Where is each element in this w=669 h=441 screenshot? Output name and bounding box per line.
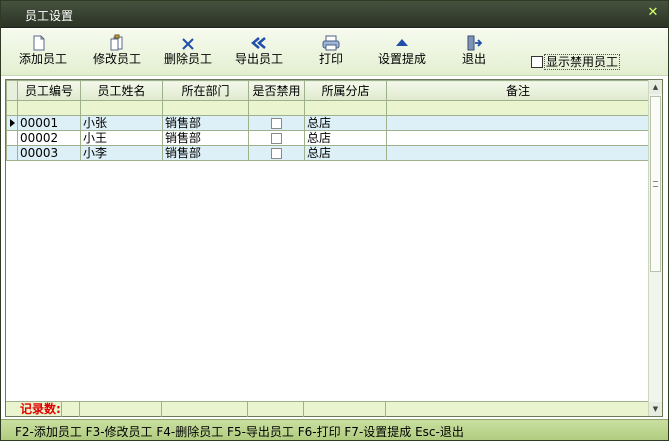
cell-dept[interactable]: 销售部: [162, 145, 249, 161]
disabled-checkbox[interactable]: [271, 132, 282, 144]
summary-row: 记录数:: [6, 401, 649, 417]
employee-table: 员工编号 员工姓名 所在部门 是否禁用 所属分店 备注 00001 小张 销售部…: [6, 80, 650, 161]
toolbar: 添加员工 修改员工 删除员工 导出员工 打印 设置提成 退出 显示禁用员工: [1, 29, 668, 76]
window-title: 员工设置: [25, 9, 74, 23]
table-row[interactable]: 00002 小王 销售部 总店: [6, 130, 650, 146]
cell-id[interactable]: 00002: [17, 130, 81, 146]
cell-id[interactable]: 00003: [17, 145, 81, 161]
cell-note[interactable]: [386, 130, 650, 146]
filter-row: [6, 100, 650, 116]
summary-divider: [247, 402, 248, 417]
add-employee-label: 添加员工: [19, 52, 68, 66]
filter-cell[interactable]: [162, 100, 249, 116]
filter-cell[interactable]: [304, 100, 387, 116]
col-header-dept[interactable]: 所在部门: [162, 80, 249, 101]
scroll-up-icon[interactable]: ▲: [649, 80, 662, 94]
status-bar: F2-添加员工 F3-修改员工 F4-删除员工 F5-导出员工 F6-打印 F7…: [1, 419, 668, 440]
cell-name[interactable]: 小张: [80, 115, 163, 131]
row-indicator-header: [6, 80, 18, 101]
filter-indicator: [6, 100, 18, 116]
set-commission-label: 设置提成: [377, 52, 426, 66]
cell-note[interactable]: [386, 145, 650, 161]
summary-divider: [79, 402, 80, 417]
delete-employee-button[interactable]: 删除员工: [161, 34, 215, 72]
cell-disabled[interactable]: [248, 130, 305, 146]
cell-disabled[interactable]: [248, 115, 305, 131]
set-commission-button[interactable]: 设置提成: [375, 34, 429, 72]
exit-door-icon: [467, 35, 482, 51]
show-disabled-box[interactable]: [531, 56, 543, 68]
col-header-disabled[interactable]: 是否禁用: [248, 80, 305, 101]
cell-note[interactable]: [386, 115, 650, 131]
grip-icon: [653, 181, 658, 187]
print-button[interactable]: 打印: [315, 34, 347, 72]
col-header-name[interactable]: 员工姓名: [80, 80, 163, 101]
document-icon: [33, 35, 45, 51]
col-header-note[interactable]: 备注: [386, 80, 650, 101]
cell-branch[interactable]: 总店: [304, 115, 387, 131]
row-indicator: [6, 145, 18, 161]
cell-name[interactable]: 小李: [80, 145, 163, 161]
shortcut-hints: F2-添加员工 F3-修改员工 F4-删除员工 F5-导出员工 F6-打印 F7…: [15, 425, 464, 439]
record-count-label: 记录数:: [20, 402, 62, 417]
exit-button[interactable]: 退出: [459, 34, 489, 72]
exit-label: 退出: [461, 52, 486, 66]
row-indicator: [6, 115, 18, 131]
table-row[interactable]: 00003 小李 销售部 总店: [6, 145, 650, 161]
employee-settings-window: 员工设置 ✕ 添加员工 修改员工 删除员工 导出员工 打印 设置提成 退出 显示…: [0, 0, 669, 441]
cell-name[interactable]: 小王: [80, 130, 163, 146]
cell-branch[interactable]: 总店: [304, 130, 387, 146]
edit-employee-button[interactable]: 修改员工: [91, 34, 143, 72]
add-employee-button[interactable]: 添加员工: [19, 34, 68, 72]
table-row[interactable]: 00001 小张 销售部 总店: [6, 115, 650, 131]
edit-document-icon: [110, 34, 123, 51]
edit-employee-label: 修改员工: [92, 52, 141, 66]
show-disabled-checkbox[interactable]: 显示禁用员工: [531, 54, 621, 70]
title-bar: 员工设置 ✕: [1, 1, 668, 28]
scroll-down-icon[interactable]: ▼: [649, 402, 662, 416]
filter-cell[interactable]: [17, 100, 81, 116]
current-row-arrow-icon: [10, 119, 15, 127]
show-disabled-label: 显示禁用员工: [544, 54, 621, 70]
cell-branch[interactable]: 总店: [304, 145, 387, 161]
disabled-checkbox[interactable]: [271, 117, 282, 129]
disabled-checkbox[interactable]: [271, 147, 282, 159]
double-arrow-left-icon: [251, 37, 266, 49]
export-employee-button[interactable]: 导出员工: [232, 34, 286, 72]
triangle-up-icon: [396, 39, 408, 46]
cell-dept[interactable]: 销售部: [162, 130, 249, 146]
summary-divider: [303, 402, 304, 417]
col-header-branch[interactable]: 所属分店: [304, 80, 387, 101]
scroll-thumb[interactable]: [650, 96, 661, 272]
vertical-scrollbar[interactable]: ▲ ▼: [648, 80, 662, 416]
delete-employee-label: 删除员工: [163, 52, 212, 66]
printer-icon: [322, 35, 340, 51]
filter-cell[interactable]: [248, 100, 305, 116]
employee-grid: 员工编号 员工姓名 所在部门 是否禁用 所属分店 备注 00001 小张 销售部…: [5, 79, 663, 417]
summary-divider: [161, 402, 162, 417]
cell-id[interactable]: 00001: [17, 115, 81, 131]
row-indicator: [6, 130, 18, 146]
export-employee-label: 导出员工: [234, 52, 283, 66]
close-icon[interactable]: ✕: [646, 6, 660, 20]
col-header-id[interactable]: 员工编号: [17, 80, 81, 101]
print-label: 打印: [318, 52, 343, 66]
filter-cell[interactable]: [80, 100, 163, 116]
cell-disabled[interactable]: [248, 145, 305, 161]
delete-x-icon: [182, 38, 194, 50]
filter-cell[interactable]: [386, 100, 650, 116]
summary-divider: [385, 402, 386, 417]
cell-dept[interactable]: 销售部: [162, 115, 249, 131]
